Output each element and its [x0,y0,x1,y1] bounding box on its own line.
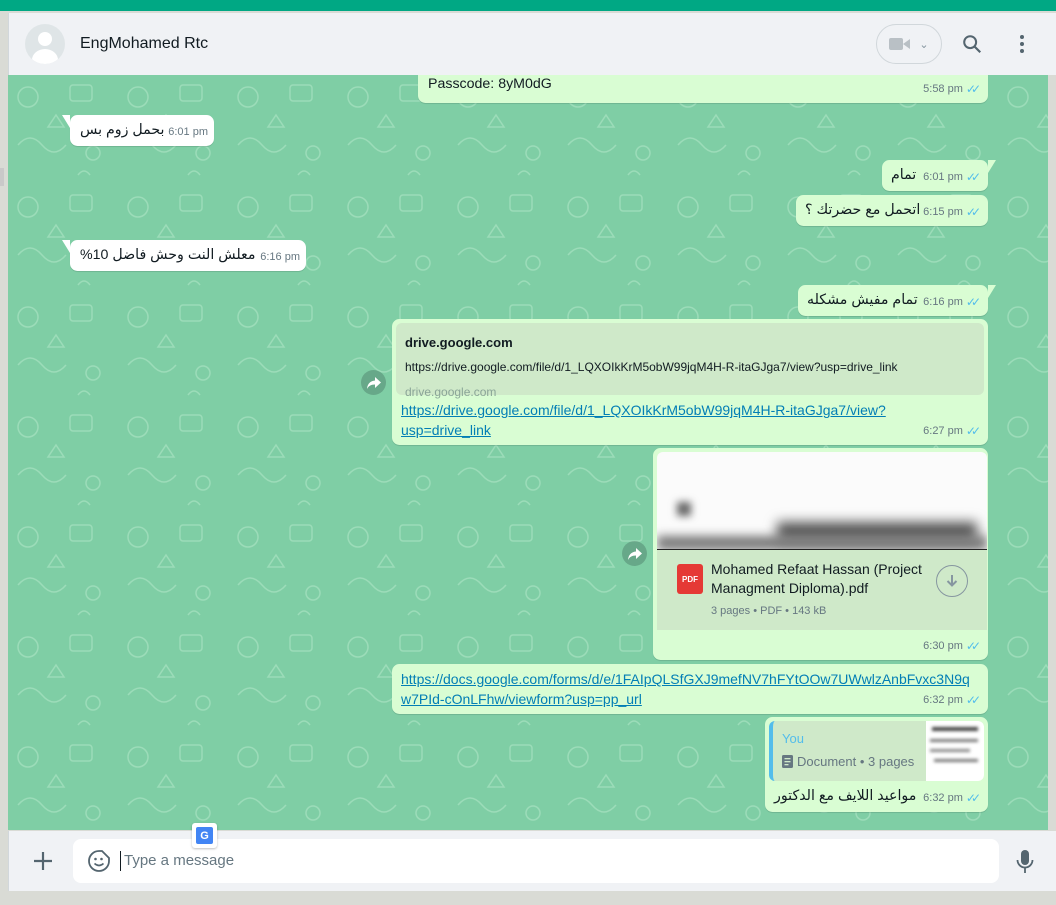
message-text: تمام [891,167,917,183]
message-time: 6:30 pm [923,640,963,652]
menu-dots-icon [1020,35,1024,53]
contact-name[interactable]: EngMohamed Rtc [80,35,208,53]
document-name: Mohamed Refaat Hassan (Project Managment… [711,561,922,596]
document-thumbnail[interactable] [657,452,987,550]
document-meta: 3 pages • PDF • 143 kB [711,605,827,617]
message-composer: Type a message [8,831,1056,891]
message-text: بحمل زوم بس [80,122,165,138]
message-outgoing-link[interactable]: drive.google.com https://drive.google.co… [392,319,988,445]
link-preview[interactable]: drive.google.com https://drive.google.co… [396,323,984,399]
window-bottom-strip [0,891,1056,905]
message-outgoing[interactable]: تمام 6:01 pm ✓✓ [882,160,996,191]
read-ticks-icon: ✓✓ [965,693,981,707]
message-link[interactable]: https://drive.google.com/file/d/1_LQXOIk… [401,400,886,420]
translate-button[interactable]: G [192,823,217,848]
plus-icon [34,852,52,870]
message-incoming[interactable]: معلش النت وحش فاضل 10% 6:16 pm [62,240,306,271]
message-time: 6:16 pm [260,251,300,263]
message-time: 6:01 pm [168,126,208,138]
translate-icon: G [196,827,213,844]
message-outgoing-reply[interactable]: You Document • 3 pages مواعيد اللايف مع … [765,717,988,812]
message-time: 5:58 pm [923,83,963,95]
video-call-icon [889,37,911,51]
message-time: 6:01 pm [923,171,963,183]
message-link[interactable]: https://docs.google.com/forms/d/e/1FAIpQ… [401,669,970,689]
chat-area[interactable]: Passcode: 8yM0dG 5:58 pm ✓✓ بحمل زوم بس 6… [8,75,1048,830]
message-time: 6:32 pm [923,792,963,804]
message-outgoing[interactable]: تمام مفيش مشكله 6:16 pm ✓✓ [798,285,996,316]
message-input-placeholder: Type a message [124,852,235,869]
search-button[interactable] [952,24,992,64]
voice-message-button[interactable] [1015,849,1039,875]
message-text: تمام مفيش مشكله [807,292,918,308]
chat-header: EngMohamed Rtc ⌄ [8,13,1056,75]
read-ticks-icon: ✓✓ [965,82,981,96]
preview-url: https://drive.google.com/file/d/1_LQXOIk… [405,360,898,374]
text-caret [120,851,121,871]
message-outgoing-document[interactable]: PDF Mohamed Refaat Hassan (Project Manag… [653,448,988,660]
forward-icon [366,376,381,389]
video-call-button[interactable]: ⌄ [876,24,942,64]
search-icon [963,35,982,54]
quote-author: You [782,731,804,746]
message-time: 6:27 pm [923,425,963,437]
read-ticks-icon: ✓✓ [965,791,981,805]
quote-text: Document • 3 pages [797,754,915,769]
message-text: Passcode: 8yM0dG [428,76,552,92]
top-accent-bar [0,0,1056,11]
message-outgoing[interactable]: اتحمل مع حضرتك ؟ 6:15 pm ✓✓ [796,195,988,226]
preview-title: drive.google.com [405,335,513,350]
document-info[interactable]: PDF Mohamed Refaat Hassan (Project Manag… [657,550,987,630]
quote-thumbnail [926,721,984,781]
message-text: مواعيد اللايف مع الدكتور [774,788,917,804]
forward-icon [627,547,642,560]
read-ticks-icon: ✓✓ [965,295,981,309]
attach-button[interactable] [31,849,55,873]
message-time: 6:15 pm [923,206,963,218]
message-link-cont[interactable]: w7PId-cOnLFhw/viewform?usp=pp_url [401,689,970,709]
message-incoming[interactable]: بحمل زوم بس 6:01 pm [62,115,214,146]
message-text: اتحمل مع حضرتك ؟ [805,202,921,218]
pdf-icon: PDF [677,564,703,594]
message-outgoing-link[interactable]: https://docs.google.com/forms/d/e/1FAIpQ… [392,664,988,714]
read-ticks-icon: ✓✓ [965,424,981,438]
read-ticks-icon: ✓✓ [965,170,981,184]
document-icon [782,755,793,768]
message-outgoing[interactable]: Passcode: 8yM0dG 5:58 pm ✓✓ [418,75,988,103]
message-text: معلش النت وحش فاضل 10% [80,247,256,263]
read-ticks-icon: ✓✓ [965,639,981,653]
chevron-down-icon: ⌄ [919,38,929,51]
forward-button[interactable] [622,541,647,566]
forward-button[interactable] [361,370,386,395]
menu-button[interactable] [1002,24,1042,64]
contact-avatar[interactable] [25,24,65,64]
read-ticks-icon: ✓✓ [965,205,981,219]
quoted-message[interactable]: You Document • 3 pages [769,721,984,781]
message-time: 6:32 pm [923,694,963,706]
download-button[interactable] [936,565,968,597]
mic-icon [1016,850,1034,873]
sticker-icon [88,850,110,872]
left-scroll-handle[interactable] [0,168,4,186]
download-icon [946,575,958,587]
message-time: 6:16 pm [923,296,963,308]
sticker-button[interactable] [87,849,111,873]
message-link-cont[interactable]: usp=drive_link [401,420,886,440]
